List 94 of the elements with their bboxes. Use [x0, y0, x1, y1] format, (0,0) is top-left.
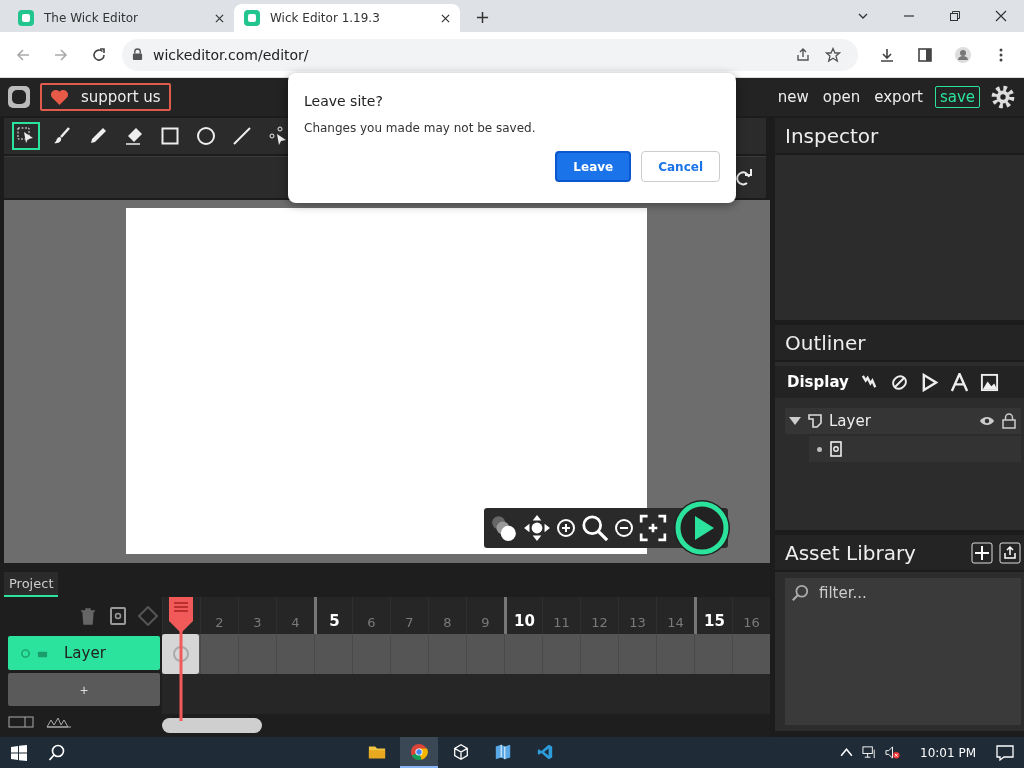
network-icon[interactable] [862, 745, 877, 760]
new-tab-icon[interactable] [476, 11, 489, 24]
start-icon[interactable] [10, 743, 28, 762]
search-icon [791, 584, 809, 602]
redo-icon[interactable] [734, 167, 754, 188]
save-button[interactable]: save [934, 86, 980, 108]
image-filter-icon[interactable] [979, 372, 999, 392]
outliner-frame-row[interactable] [809, 436, 1021, 462]
canvas[interactable] [126, 208, 647, 554]
rectangle-icon [160, 126, 180, 146]
app-logo-icon [244, 10, 260, 26]
upload-icon[interactable] [999, 541, 1021, 564]
clock[interactable]: 10:01 PM [920, 745, 976, 760]
browser-tab[interactable]: Wick Editor 1.19.3 [234, 4, 460, 32]
add-icon[interactable] [971, 541, 993, 564]
address-bar[interactable]: wickeditor.com/editor/ [122, 38, 858, 71]
fit-screen-icon[interactable] [639, 514, 667, 542]
dialog-message: Changes you made may not be saved. [304, 121, 537, 135]
dialog-title: Leave site? [304, 93, 384, 109]
lock-icon[interactable] [1001, 413, 1017, 429]
outliner-layer-row[interactable]: Layer [785, 408, 1021, 434]
frame-number: 4 [291, 615, 300, 630]
search-icon[interactable] [581, 514, 609, 542]
menu-link[interactable]: export [874, 88, 923, 106]
layer-icon [807, 413, 823, 429]
heart-icon [50, 88, 69, 106]
frame-number: 8 [443, 615, 452, 630]
settings-icon[interactable] [990, 84, 1016, 110]
restore-icon[interactable] [949, 10, 961, 22]
frame-number: 2 [215, 615, 224, 630]
add-layer-button[interactable]: + [8, 673, 160, 706]
close-icon[interactable] [441, 13, 450, 23]
panel-title: Asset Library [785, 540, 916, 565]
line-icon [232, 126, 252, 146]
display-label: Display [787, 373, 849, 391]
scrollbar-thumb[interactable] [162, 718, 262, 733]
close-icon[interactable] [995, 10, 1007, 22]
frame-number: 3 [253, 615, 262, 630]
menu-link[interactable]: new [777, 88, 809, 106]
onion-skin-icon[interactable] [490, 514, 518, 542]
frame-number: 5 [329, 612, 340, 630]
filter-input[interactable]: filter... [817, 583, 1015, 603]
trash-icon[interactable] [78, 605, 98, 626]
browser-tab[interactable]: The Wick Editor [8, 4, 234, 32]
cancel-button[interactable]: Cancel [641, 151, 720, 182]
frame-number: 14 [667, 615, 684, 630]
support-button[interactable]: support us [40, 83, 171, 111]
select-tool[interactable] [12, 122, 40, 150]
pencil-icon [88, 126, 108, 146]
expand-triangle-icon[interactable] [789, 417, 801, 425]
lock-icon [132, 48, 143, 61]
app-logo-icon [18, 10, 34, 26]
panel-title: Outliner [785, 330, 866, 355]
leave-button[interactable]: Leave [555, 151, 632, 182]
download-icon[interactable] [879, 46, 895, 63]
eraser-icon [124, 126, 144, 146]
browser-app-icon[interactable] [399, 737, 438, 768]
frame-number: 11 [553, 615, 570, 630]
volume-muted-icon[interactable] [885, 745, 900, 760]
notifications-icon[interactable] [996, 743, 1014, 762]
frame-number: 9 [481, 615, 490, 630]
panel-title: Inspector [785, 123, 879, 148]
ellipse-icon [196, 126, 216, 146]
frame-size-icon[interactable] [8, 715, 34, 728]
app-logo-icon [8, 86, 30, 108]
move-icon[interactable] [523, 514, 551, 542]
frame-number: 7 [405, 615, 414, 630]
frame-number: 16 [743, 615, 760, 630]
share-icon[interactable] [795, 46, 811, 63]
close-icon[interactable] [215, 13, 224, 23]
shape-filter-icon[interactable] [889, 372, 909, 392]
frame-number: 12 [591, 615, 608, 630]
menu-link[interactable]: open [822, 88, 861, 106]
zoom-in-icon[interactable] [556, 518, 576, 538]
path-icon [268, 126, 288, 146]
reload-icon[interactable] [91, 46, 107, 63]
play-button[interactable] [672, 498, 732, 558]
side-panel-icon[interactable] [917, 46, 933, 63]
profile-icon[interactable] [955, 46, 971, 63]
frame-number: 6 [367, 615, 376, 630]
zoom-out-icon[interactable] [614, 518, 634, 538]
frame-number: 15 [704, 612, 725, 630]
project-tab[interactable]: Project [4, 572, 59, 597]
star-icon[interactable] [825, 46, 841, 63]
frame-number: 10 [514, 612, 535, 630]
playhead[interactable] [168, 597, 194, 721]
frame-icon [828, 441, 844, 457]
filter-field[interactable]: filter... [785, 578, 1021, 608]
layer-icon[interactable] [108, 605, 128, 626]
waveform-icon[interactable] [46, 715, 72, 728]
search-icon[interactable] [48, 743, 66, 762]
text-filter-icon[interactable] [949, 372, 969, 392]
brush-icon [52, 126, 72, 146]
frame-number: 13 [629, 615, 646, 630]
